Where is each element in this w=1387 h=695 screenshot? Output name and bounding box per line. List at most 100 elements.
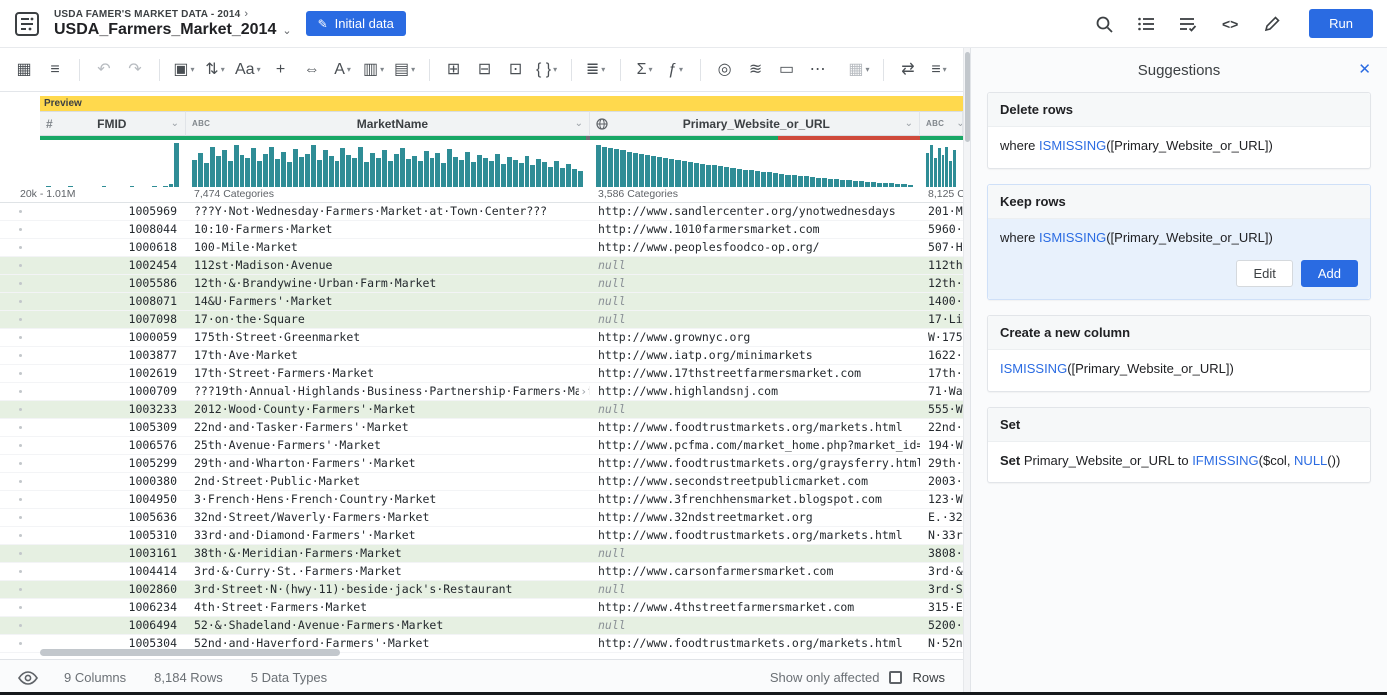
- lookup-button[interactable]: ⊟: [471, 55, 499, 85]
- row-gutter[interactable]: [0, 383, 40, 400]
- table-options-button[interactable]: ▦▾: [845, 55, 873, 85]
- cell-url[interactable]: http://www.peoplesfoodco-op.org/: [590, 239, 920, 256]
- cell-fmid[interactable]: 1006576: [40, 437, 186, 454]
- row-gutter[interactable]: [0, 221, 40, 238]
- table-row[interactable]: 100529929th·and·Wharton·Farmers'·Marketh…: [0, 455, 963, 473]
- cell-marketname[interactable]: 3rd·&·Curry·St.·Farmers·Market: [186, 563, 590, 580]
- sort-rows-button[interactable]: ⇅▾: [201, 55, 229, 85]
- comment-button[interactable]: ▭: [773, 55, 801, 85]
- breadcrumb[interactable]: USDA FAMER'S MARKET DATA - 2014: [54, 9, 240, 20]
- cell-url[interactable]: http://www.4thstreetfarmersmarket.com: [590, 599, 920, 616]
- cell-fmid[interactable]: 1005586: [40, 275, 186, 292]
- table-row[interactable]: 10032332012·Wood·County·Farmers'·Marketn…: [0, 401, 963, 419]
- cell-url[interactable]: http://www.1010farmersmarket.com: [590, 221, 920, 238]
- cell-street[interactable]: 71·Wat: [920, 383, 963, 400]
- cell-marketname[interactable]: 2012·Wood·County·Farmers'·Market: [186, 401, 590, 418]
- dedupe-button[interactable]: ▣▾: [170, 55, 198, 85]
- row-gutter[interactable]: [0, 473, 40, 490]
- cell-fmid[interactable]: 1006234: [40, 599, 186, 616]
- cell-street[interactable]: 3rd·St: [920, 581, 963, 598]
- row-gutter[interactable]: [0, 365, 40, 382]
- quality-bar[interactable]: [920, 136, 963, 140]
- cell-marketname[interactable]: 38th·&·Meridian·Farmers·Market: [186, 545, 590, 562]
- align-button[interactable]: ≣▾: [582, 55, 610, 85]
- cell-fmid[interactable]: 1000059: [40, 329, 186, 346]
- column-histogram[interactable]: [186, 141, 590, 187]
- cell-url[interactable]: http://www.highlandsnj.com: [590, 383, 920, 400]
- cell-url[interactable]: null: [590, 293, 920, 310]
- rows-checkbox[interactable]: [889, 671, 902, 684]
- union-button[interactable]: ⊡: [502, 55, 530, 85]
- braces-button[interactable]: { }▾: [533, 55, 561, 85]
- cell-url[interactable]: http://www.pcfma.com/market_home.php?mar…: [590, 437, 920, 454]
- edit-wand-icon[interactable]: [1261, 13, 1283, 35]
- row-gutter[interactable]: [0, 545, 40, 562]
- view-settings-button[interactable]: ≡▾: [925, 55, 953, 85]
- table-row[interactable]: 1000709???19th·Annual·Highlands·Business…: [0, 383, 963, 401]
- recipe-steps-icon[interactable]: [1177, 13, 1199, 35]
- cell-url[interactable]: http://www.17thstreetfarmersmarket.com: [590, 365, 920, 382]
- row-gutter[interactable]: [0, 203, 40, 220]
- cell-marketname[interactable]: ???Y·Not·Wednesday·Farmers·Market·at·Tow…: [186, 203, 590, 220]
- horizontal-scrollbar[interactable]: [40, 649, 340, 656]
- cell-url[interactable]: null: [590, 545, 920, 562]
- column-header-FMID[interactable]: #FMID⌄: [40, 111, 186, 136]
- row-gutter[interactable]: [0, 239, 40, 256]
- cell-street[interactable]: 5960·S: [920, 221, 963, 238]
- cell-url[interactable]: null: [590, 257, 920, 274]
- quality-bar[interactable]: [40, 136, 186, 140]
- cell-fmid[interactable]: 1002454: [40, 257, 186, 274]
- column-menu-chevron-icon[interactable]: ⌄: [171, 118, 179, 129]
- column-menu-chevron-icon[interactable]: ⌄: [956, 118, 963, 129]
- cell-fmid[interactable]: 1005309: [40, 419, 186, 436]
- table-row[interactable]: 1002454112st·Madison·Avenuenull112th: [0, 257, 963, 275]
- cell-url[interactable]: http://www.carsonfarmersmarket.com: [590, 563, 920, 580]
- cell-url[interactable]: http://www.sandlercenter.org/ynotwednesd…: [590, 203, 920, 220]
- cell-marketname[interactable]: 100-Mile·Market: [186, 239, 590, 256]
- cell-fmid[interactable]: 1000380: [40, 473, 186, 490]
- vertical-scrollbar-thumb[interactable]: [965, 52, 970, 142]
- column-header-partial[interactable]: ABC⌄: [920, 111, 963, 136]
- cell-street[interactable]: 12th·&: [920, 275, 963, 292]
- edit-button[interactable]: Edit: [1236, 260, 1292, 287]
- cell-url[interactable]: null: [590, 311, 920, 328]
- cell-url[interactable]: null: [590, 275, 920, 292]
- column-histogram[interactable]: [590, 141, 920, 187]
- cell-marketname[interactable]: 12th·&·Brandywine·Urban·Farm·Market: [186, 275, 590, 292]
- cell-fmid[interactable]: 1005310: [40, 527, 186, 544]
- cell-url[interactable]: http://www.foodtrustmarkets.org/graysfer…: [590, 455, 920, 472]
- initial-data-button[interactable]: ✎ Initial data: [306, 11, 406, 36]
- row-gutter[interactable]: [0, 257, 40, 274]
- table-row[interactable]: 10044143rd·&·Curry·St.·Farmers·Markethtt…: [0, 563, 963, 581]
- table-row[interactable]: 1000618100-Mile·Markethttp://www.peoples…: [0, 239, 963, 257]
- row-gutter[interactable]: [0, 509, 40, 526]
- cell-street[interactable]: N·33rd: [920, 527, 963, 544]
- cell-street[interactable]: N·52nd: [920, 635, 963, 652]
- quality-bar[interactable]: [186, 136, 590, 140]
- table-row[interactable]: 100807114&U·Farmers'·Marketnull1400·U: [0, 293, 963, 311]
- more-options-button[interactable]: ⋯: [804, 55, 832, 85]
- table-row[interactable]: 10049503·French·Hens·French·Country·Mark…: [0, 491, 963, 509]
- cell-marketname[interactable]: 22nd·and·Tasker·Farmers'·Market: [186, 419, 590, 436]
- cell-marketname[interactable]: 52·&·Shadeland·Avenue·Farmers·Market: [186, 617, 590, 634]
- cell-fmid[interactable]: 1003161: [40, 545, 186, 562]
- cell-url[interactable]: http://www.foodtrustmarkets.org/markets.…: [590, 635, 920, 652]
- row-gutter[interactable]: [0, 617, 40, 634]
- cell-url[interactable]: null: [590, 581, 920, 598]
- cell-fmid[interactable]: 1007098: [40, 311, 186, 328]
- cell-street[interactable]: 5200·N: [920, 617, 963, 634]
- cell-url[interactable]: null: [590, 401, 920, 418]
- cell-marketname[interactable]: 32nd·Street/Waverly·Farmers·Market: [186, 509, 590, 526]
- column-histogram[interactable]: [920, 141, 963, 187]
- cell-marketname[interactable]: 10:10·Farmers·Market: [186, 221, 590, 238]
- cell-marketname[interactable]: 4th·Street·Farmers·Market: [186, 599, 590, 616]
- target-button[interactable]: ◎: [711, 55, 739, 85]
- cell-fmid[interactable]: 1005636: [40, 509, 186, 526]
- row-gutter[interactable]: [0, 527, 40, 544]
- cell-fmid[interactable]: 1006494: [40, 617, 186, 634]
- row-gutter[interactable]: [0, 347, 40, 364]
- cell-fmid[interactable]: 1000618: [40, 239, 186, 256]
- cell-street[interactable]: 2003·2: [920, 473, 963, 490]
- cell-street[interactable]: 1400·U: [920, 293, 963, 310]
- move-column-button[interactable]: ▥▾: [360, 55, 388, 85]
